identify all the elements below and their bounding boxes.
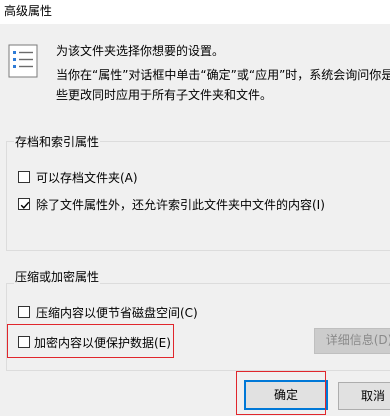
- archive-group-title: 存档和索引属性: [14, 133, 101, 150]
- description-text: 当你在“属性”对话框中单击“确定”或“应用”时，系统会询问你是否 些更改同时应用…: [56, 65, 390, 105]
- settings-document-icon: [8, 44, 38, 78]
- description-line: 些更改同时应用于所有子文件夹和文件。: [56, 88, 273, 102]
- title-bar: 高级属性: [0, 0, 390, 24]
- encrypt-highlight-box: [7, 324, 174, 358]
- compress-label[interactable]: 压缩内容以便节省磁盘空间(C): [36, 304, 198, 321]
- compress-checkbox[interactable]: [18, 306, 30, 318]
- ok-highlight-box: [236, 371, 326, 415]
- window-title: 高级属性: [4, 4, 53, 18]
- details-button[interactable]: 详细信息(D): [314, 328, 390, 354]
- intro-text: 为该文件夹选择你想要的设置。: [56, 44, 225, 58]
- compress-group-title: 压缩或加密属性: [14, 268, 101, 285]
- archive-checkbox[interactable]: [18, 171, 30, 183]
- cancel-button[interactable]: 取消: [338, 382, 390, 410]
- description-line: 当你在“属性”对话框中单击“确定”或“应用”时，系统会询问你是否: [56, 68, 390, 82]
- index-checkbox[interactable]: [18, 198, 30, 210]
- checkmark-icon: [20, 201, 30, 209]
- archive-label[interactable]: 可以存档文件夹(A): [36, 169, 138, 186]
- index-label[interactable]: 除了文件属性外，还允许索引此文件夹中文件的内容(I): [36, 196, 325, 213]
